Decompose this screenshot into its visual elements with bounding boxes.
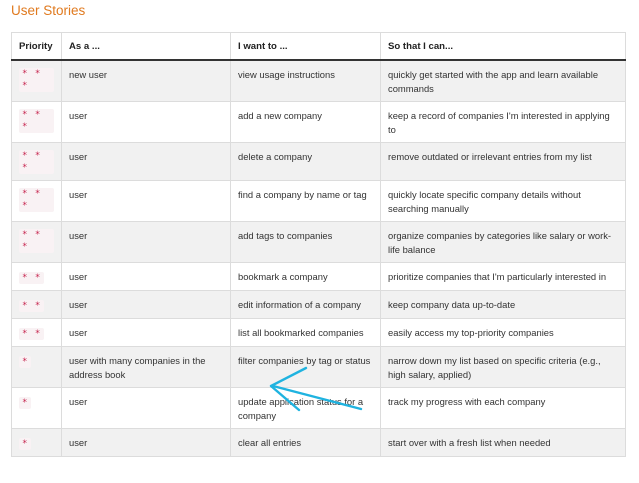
cell-as-a: user	[61, 262, 231, 291]
table-row: * user update application status for a com…	[11, 387, 626, 429]
priority-stars: * *	[19, 300, 45, 312]
table-row: * * * user delete a company remove outdated…	[11, 142, 626, 181]
cell-so-that: keep a record of companies I'm intereste…	[380, 101, 626, 143]
cell-i-want-to: update application status for a company	[230, 387, 381, 429]
cell-priority: * * *	[11, 180, 62, 222]
cell-so-that: easily access my top-priority companies	[380, 318, 626, 347]
cell-priority: * *	[11, 262, 62, 291]
priority-stars: * *	[19, 328, 45, 340]
section-heading: User Stories	[11, 3, 86, 18]
cell-so-that: quickly locate specific company details …	[380, 180, 626, 222]
header-i-want-to: I want to ...	[230, 32, 381, 61]
table-header-row: Priority As a ... I want to ... So that …	[11, 32, 626, 61]
cell-so-that: track my progress with each company	[380, 387, 626, 429]
table-row: * * user edit information of a company keep…	[11, 290, 626, 319]
header-priority: Priority	[11, 32, 62, 61]
cell-priority: * *	[11, 290, 62, 319]
cell-priority: * * *	[11, 221, 62, 263]
cell-as-a: user	[61, 428, 231, 457]
header-as-a: As a ...	[61, 32, 231, 61]
table-row: * * user list all bookmarked companies easi…	[11, 318, 626, 347]
cell-as-a: user	[61, 142, 231, 181]
cell-i-want-to: filter companies by tag or status	[230, 346, 381, 388]
page: User Stories Priority As a ... I want to…	[0, 0, 639, 483]
priority-stars: * * *	[19, 229, 54, 253]
cell-so-that: organize companies by categories like sa…	[380, 221, 626, 263]
priority-stars: *	[19, 397, 32, 409]
priority-stars: * * *	[19, 68, 54, 92]
cell-i-want-to: clear all entries	[230, 428, 381, 457]
cell-priority: *	[11, 428, 62, 457]
cell-as-a: user	[61, 318, 231, 347]
cell-i-want-to: delete a company	[230, 142, 381, 181]
cell-priority: *	[11, 346, 62, 388]
cell-so-that: prioritize companies that I'm particular…	[380, 262, 626, 291]
priority-stars: * *	[19, 272, 45, 284]
table-row: * user with many companies in the address…	[11, 346, 626, 388]
cell-as-a: user	[61, 180, 231, 222]
cell-priority: * * *	[11, 142, 62, 181]
cell-as-a: user	[61, 387, 231, 429]
cell-so-that: remove outdated or irrelevant entries fr…	[380, 142, 626, 181]
cell-priority: * *	[11, 318, 62, 347]
cell-i-want-to: find a company by name or tag	[230, 180, 381, 222]
table-row: * * * new user view usage instructions quic…	[11, 59, 626, 102]
cell-as-a: user	[61, 290, 231, 319]
table-row: * * * user add tags to companies organize c…	[11, 221, 626, 263]
cell-i-want-to: add a new company	[230, 101, 381, 143]
cell-as-a: user	[61, 101, 231, 143]
priority-stars: *	[19, 356, 32, 368]
table-row: * user clear all entries start over with a …	[11, 428, 626, 457]
cell-priority: * * *	[11, 59, 62, 102]
cell-i-want-to: view usage instructions	[230, 59, 381, 102]
cell-so-that: keep company data up-to-date	[380, 290, 626, 319]
cell-as-a: user	[61, 221, 231, 263]
cell-so-that: narrow down my list based on specific cr…	[380, 346, 626, 388]
cell-i-want-to: list all bookmarked companies	[230, 318, 381, 347]
cell-i-want-to: bookmark a company	[230, 262, 381, 291]
header-so-that: So that I can...	[380, 32, 626, 61]
table-row: * * user bookmark a company prioritize comp…	[11, 262, 626, 291]
priority-stars: * * *	[19, 188, 54, 212]
cell-so-that: start over with a fresh list when needed	[380, 428, 626, 457]
table-row: * * * user add a new company keep a record …	[11, 101, 626, 143]
user-stories-table: Priority As a ... I want to ... So that …	[11, 32, 626, 457]
table-row: * * * user find a company by name or tag qu…	[11, 180, 626, 222]
cell-i-want-to: add tags to companies	[230, 221, 381, 263]
cell-as-a: new user	[61, 59, 231, 102]
priority-stars: * * *	[19, 109, 54, 133]
cell-i-want-to: edit information of a company	[230, 290, 381, 319]
cell-priority: * * *	[11, 101, 62, 143]
cell-priority: *	[11, 387, 62, 429]
cell-as-a: user with many companies in the address …	[61, 346, 231, 388]
priority-stars: * * *	[19, 150, 54, 174]
cell-so-that: quickly get started with the app and lea…	[380, 59, 626, 102]
priority-stars: *	[19, 438, 32, 450]
